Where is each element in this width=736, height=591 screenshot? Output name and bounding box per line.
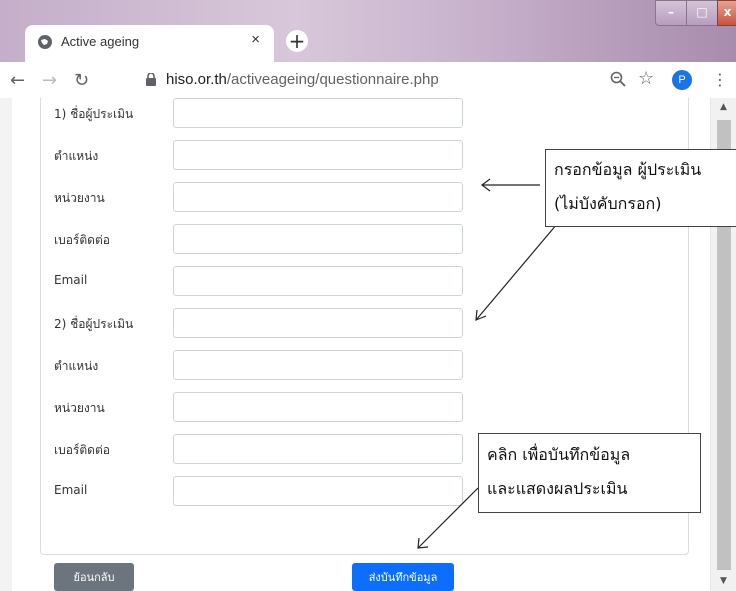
url-host: hiso.or.th — [166, 71, 227, 88]
tab-title: Active ageing — [61, 34, 140, 49]
browser-toolbar: ← → ↻ hiso.or.th/activeageing/questionna… — [0, 62, 736, 98]
profile-avatar[interactable]: P — [672, 70, 692, 90]
callout-text: และแสดงผลประเมิน — [487, 479, 628, 498]
menu-kebab-icon[interactable]: ⋮ — [712, 70, 728, 89]
annotation-callout-submit: คลิก เพื่อบันทึกข้อมูล และแสดงผลประเมิน — [478, 433, 701, 513]
page-viewport: 1) ชื่อผู้ประเมิน ตำแหน่ง หน่วยงาน เบอร์… — [0, 98, 736, 591]
reload-icon[interactable]: ↻ — [74, 70, 89, 91]
star-icon[interactable]: ☆ — [638, 68, 654, 89]
close-window-button[interactable]: x — [717, 0, 736, 26]
tab-strip: Active ageing × + — [0, 0, 736, 62]
forward-arrow-icon[interactable]: → — [42, 70, 57, 91]
callout-text: (ไม่บังคับกรอก) — [554, 194, 662, 213]
url-path: /activeageing/questionnaire.php — [226, 71, 439, 88]
minimize-button[interactable]: – — [655, 0, 687, 26]
maximize-button[interactable]: □ — [686, 0, 718, 26]
new-tab-button[interactable]: + — [286, 30, 308, 52]
callout-text: กรอกข้อมูล ผู้ประเมิน — [554, 160, 702, 179]
globe-icon — [38, 35, 52, 49]
back-arrow-icon[interactable]: ← — [10, 70, 25, 91]
tab-close-icon[interactable]: × — [251, 31, 260, 48]
lock-icon — [146, 73, 156, 86]
address-bar[interactable]: hiso.or.th/activeageing/questionnaire.ph… — [166, 71, 439, 88]
callout-text: คลิก เพื่อบันทึกข้อมูล — [487, 445, 631, 464]
zoom-icon[interactable] — [610, 71, 626, 87]
browser-tab-active[interactable]: Active ageing × — [25, 25, 274, 62]
annotation-callout-evaluator: กรอกข้อมูล ผู้ประเมิน (ไม่บังคับกรอก) — [545, 149, 736, 227]
